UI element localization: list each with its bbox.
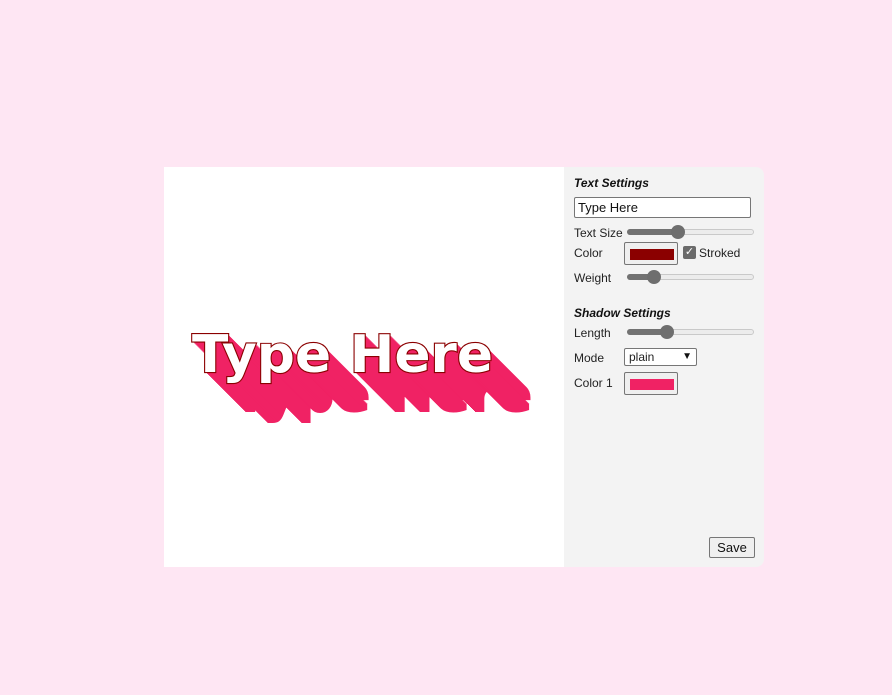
text-color-picker[interactable] [624,242,678,265]
save-button[interactable]: Save [709,537,755,558]
stroked-checkbox[interactable]: ✓ [683,246,696,259]
slider-thumb[interactable] [671,225,686,239]
mode-label: Mode [574,351,605,365]
slider-thumb[interactable] [659,325,674,339]
text-input[interactable] [574,197,751,218]
preview-text: Type Here [192,325,493,385]
settings-panel: Text Settings Text Size Color ✓ Stroked … [564,167,764,567]
length-label: Length [574,326,611,340]
editor-app: Type Here Type Here Type Here Type Here Type… [164,167,764,567]
slider-thumb[interactable] [647,270,662,284]
shadow-color-swatch [630,379,674,390]
color-label: Color [574,246,603,260]
mode-select[interactable]: plain ▼ [624,348,697,366]
preview-canvas: Type Here Type Here Type Here Type Here Type… [164,167,564,567]
shadow-color-picker[interactable] [624,372,678,395]
color1-label: Color 1 [574,376,613,390]
chevron-down-icon: ▼ [682,351,692,362]
mode-select-value: plain [629,350,655,364]
shadow-settings-title: Shadow Settings [574,306,671,320]
weight-slider[interactable] [627,270,754,284]
text-size-slider[interactable] [627,225,754,239]
text-color-swatch [630,249,674,260]
weight-label: Weight [574,271,612,285]
stroked-label: Stroked [699,246,741,260]
text-settings-title: Text Settings [574,176,649,190]
text-preview: Type HereType HereType HereType HereType… [191,324,533,425]
text-size-label: Text Size [574,226,623,240]
length-slider[interactable] [627,325,754,339]
